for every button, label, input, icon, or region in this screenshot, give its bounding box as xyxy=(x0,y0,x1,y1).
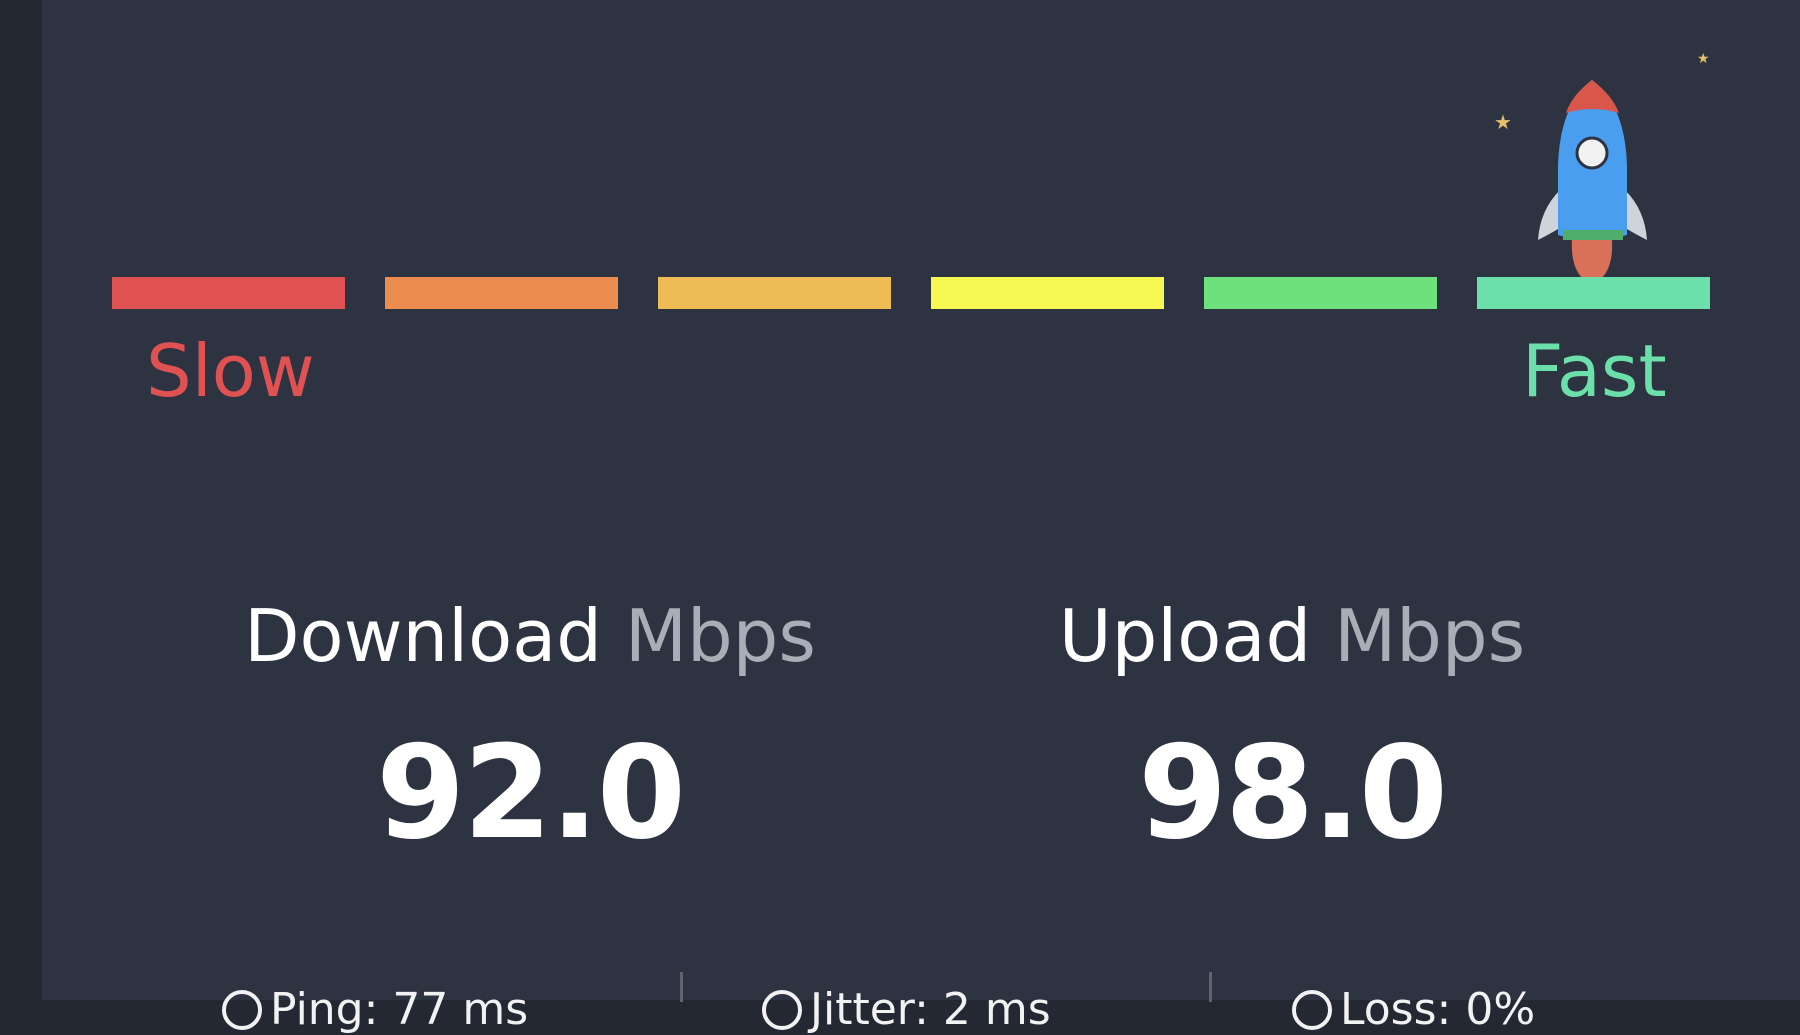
jitter-text: Jitter: 2 ms xyxy=(810,984,1051,1035)
speed-scale xyxy=(112,277,1712,309)
speed-segment-6 xyxy=(1477,277,1710,309)
download-title: Download Mbps xyxy=(180,600,880,672)
fast-label: Fast xyxy=(1522,329,1667,413)
upload-unit: Mbps xyxy=(1334,594,1526,678)
ping-icon xyxy=(222,989,262,1030)
loss-text: Loss: 0% xyxy=(1340,984,1536,1035)
stats-divider xyxy=(680,972,683,1002)
upload-label: Upload xyxy=(1058,594,1312,678)
stats-divider xyxy=(1209,972,1212,1002)
star-icon: ★ xyxy=(1494,110,1512,134)
speed-segment-4 xyxy=(931,277,1164,309)
download-unit: Mbps xyxy=(624,594,816,678)
ping-stat: Ping: 77 ms xyxy=(222,984,528,1035)
download-label: Download xyxy=(244,594,602,678)
rocket-icon xyxy=(1538,80,1647,285)
speed-segment-5 xyxy=(1204,277,1437,309)
jitter-stat: Jitter: 2 ms xyxy=(762,984,1051,1035)
upload-metric: Upload Mbps 98.0 xyxy=(942,600,1642,858)
download-value: 92.0 xyxy=(376,719,686,868)
loss-stat: Loss: 0% xyxy=(1292,984,1535,1035)
speed-segment-1 xyxy=(112,277,345,309)
loss-icon xyxy=(1292,989,1332,1030)
stats-row: Ping: 77 ms Jitter: 2 ms Loss: 0% xyxy=(0,972,1800,1035)
slow-label: Slow xyxy=(146,329,315,413)
upload-value: 98.0 xyxy=(1138,719,1448,868)
star-icon: ★ xyxy=(1697,51,1710,67)
jitter-icon xyxy=(762,989,802,1030)
speed-segment-3 xyxy=(658,277,891,309)
download-metric: Download Mbps 92.0 xyxy=(180,600,880,858)
speed-segment-2 xyxy=(385,277,618,309)
upload-title: Upload Mbps xyxy=(942,600,1642,672)
ping-text: Ping: 77 ms xyxy=(270,984,529,1035)
